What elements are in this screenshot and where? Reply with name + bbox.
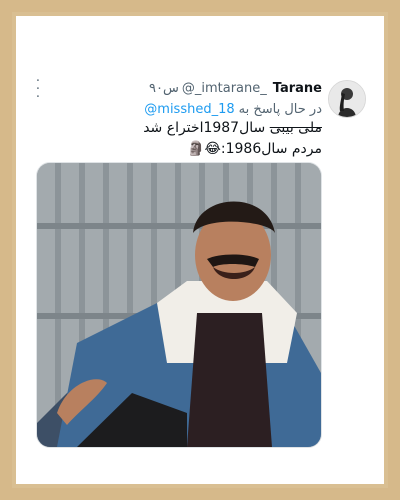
- avatar[interactable]: [328, 80, 366, 118]
- tweet-line-1: ملی بیبی سال1987اختراع شد: [52, 118, 322, 139]
- struck-text: ملی بیبی: [269, 120, 322, 136]
- tweet-media-image[interactable]: [36, 162, 322, 448]
- reply-prefix: در حال پاسخ به: [238, 101, 322, 117]
- tweet-line-1-rest: سال1987اختراع شد: [143, 120, 270, 136]
- user-handle[interactable]: @_imtarane_: [182, 81, 267, 96]
- tweet-text: ملی بیبی سال1987اختراع شد مردم سال1986:😂…: [52, 118, 322, 160]
- tweet-header: ۹۰س @_imtarane_ Tarane: [149, 78, 322, 98]
- more-vertical-icon[interactable]: · · ·: [30, 75, 46, 104]
- tweet-time[interactable]: ۹۰س: [149, 81, 179, 96]
- reply-context: در حال پاسخ به @misshed_18: [144, 99, 322, 119]
- tweet-line-2: مردم سال1986:😂🗿: [187, 141, 322, 157]
- reply-to-link[interactable]: @misshed_18: [144, 102, 234, 117]
- user-display-name[interactable]: Tarane: [273, 81, 322, 96]
